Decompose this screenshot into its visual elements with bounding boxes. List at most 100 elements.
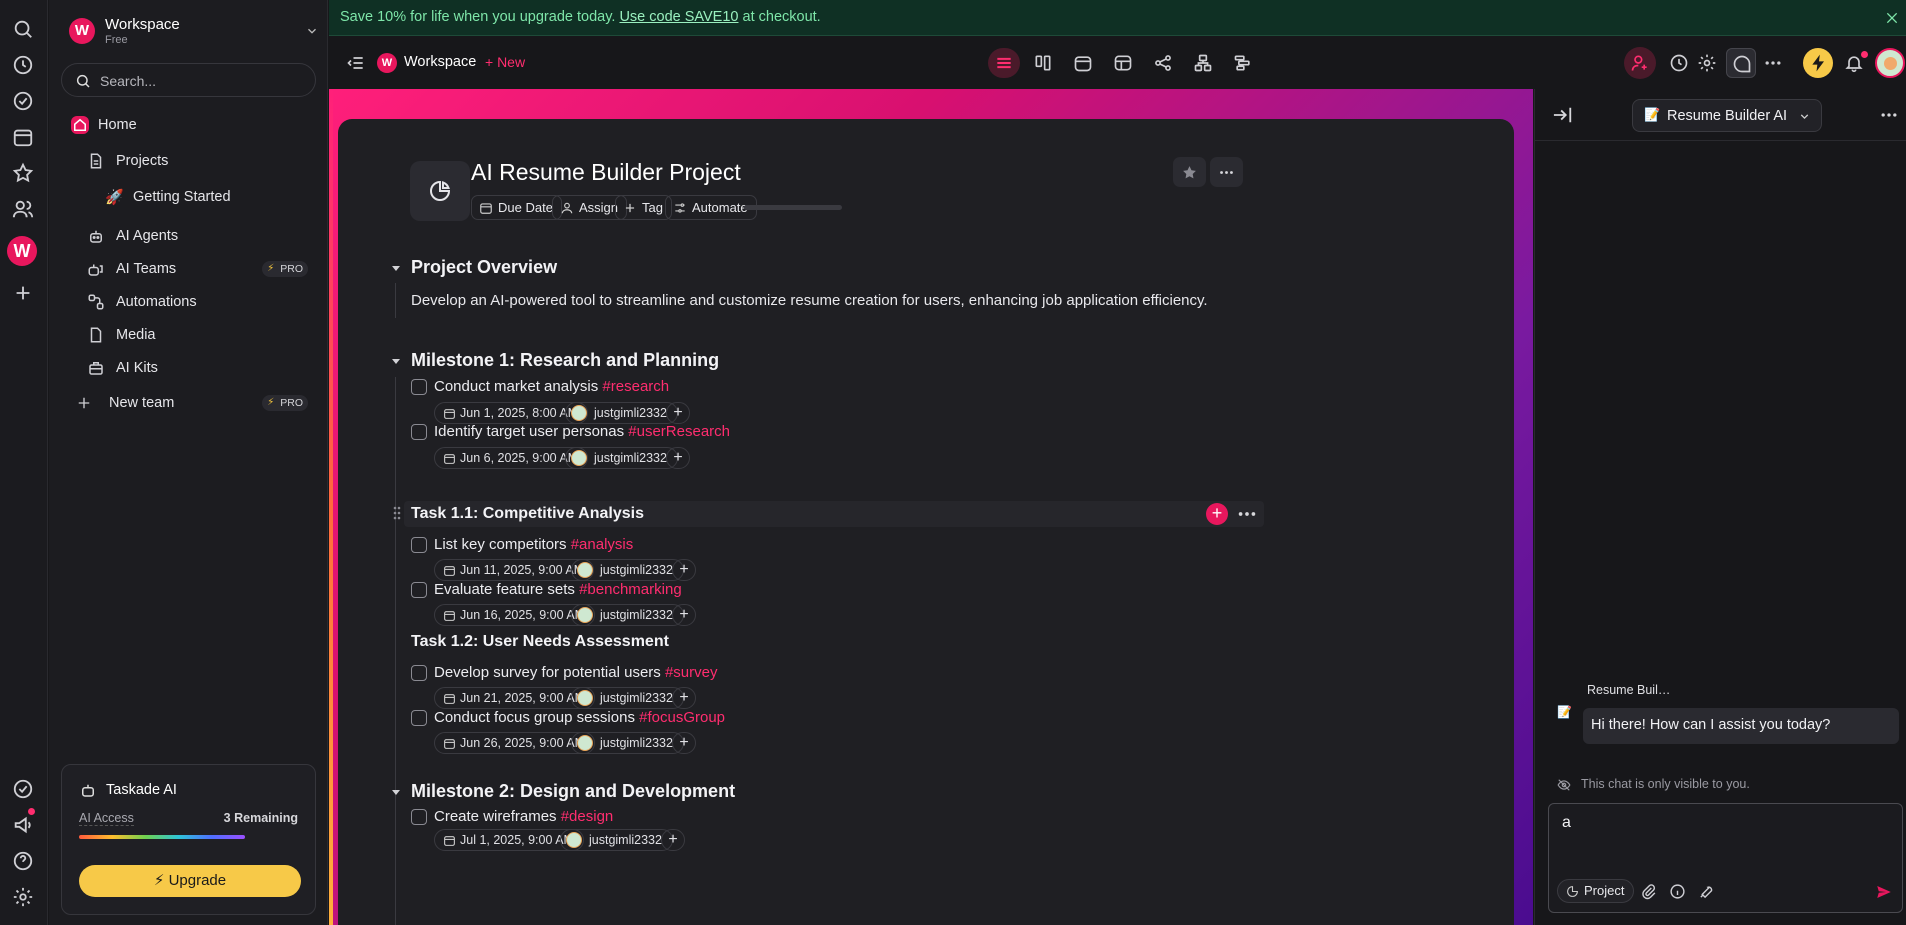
assignee-pill[interactable]: justgimli2332 bbox=[560, 829, 673, 851]
assignee-pill[interactable]: justgimli2332 bbox=[565, 447, 678, 469]
search-icon[interactable] bbox=[12, 18, 34, 40]
more-icon[interactable] bbox=[1763, 53, 1783, 73]
promo-code-link[interactable]: Use code SAVE10 bbox=[619, 9, 738, 25]
help-icon[interactable] bbox=[12, 850, 34, 872]
history-icon[interactable] bbox=[1669, 53, 1689, 73]
overview-text[interactable]: Develop an AI-powered tool to streamline… bbox=[411, 292, 1208, 309]
collapse-caret-icon[interactable] bbox=[391, 356, 401, 366]
add-item-button[interactable]: + bbox=[1206, 503, 1228, 525]
add-attribute-button[interactable]: + bbox=[661, 829, 685, 851]
assignee-pill[interactable]: justgimli2332 bbox=[565, 402, 678, 424]
task-group-heading[interactable]: Task 1.1: Competitive Analysis bbox=[411, 505, 644, 523]
task-text[interactable]: Conduct market analysis #research bbox=[434, 378, 669, 395]
more-icon[interactable] bbox=[1236, 503, 1258, 525]
history-icon[interactable] bbox=[12, 54, 34, 76]
star-icon[interactable] bbox=[12, 162, 34, 184]
mindmap-view-icon[interactable] bbox=[1153, 53, 1173, 73]
chat-input[interactable]: a Project bbox=[1548, 803, 1903, 913]
task-checkbox[interactable] bbox=[411, 665, 427, 681]
task-tag[interactable]: #focusGroup bbox=[639, 709, 725, 726]
task-text[interactable]: Evaluate feature sets #benchmarking bbox=[434, 581, 682, 598]
add-attribute-button[interactable]: + bbox=[666, 402, 690, 424]
task-text[interactable]: Develop survey for potential users #surv… bbox=[434, 664, 717, 681]
sidebar-item-media[interactable]: Media bbox=[61, 321, 316, 349]
search-input[interactable]: Search... bbox=[61, 63, 316, 97]
due-date-chip[interactable]: Due Date bbox=[471, 195, 562, 220]
assignee-pill[interactable]: justgimli2332 bbox=[571, 732, 684, 754]
breadcrumb-workspace[interactable]: Workspace bbox=[404, 54, 476, 70]
task-checkbox[interactable] bbox=[411, 379, 427, 395]
more-icon[interactable] bbox=[1879, 105, 1899, 125]
collapse-caret-icon[interactable] bbox=[391, 263, 401, 273]
info-icon[interactable] bbox=[1669, 883, 1686, 900]
section-heading[interactable]: Project Overview bbox=[411, 257, 557, 278]
close-icon[interactable] bbox=[1884, 10, 1900, 26]
task-tag[interactable]: #survey bbox=[665, 664, 718, 681]
settings-icon[interactable] bbox=[1697, 53, 1717, 73]
sidebar-item-ai-teams[interactable]: AI Teams PRO bbox=[61, 255, 316, 283]
list-view-icon[interactable] bbox=[994, 53, 1014, 73]
add-attribute-button[interactable]: + bbox=[672, 604, 696, 626]
task-tag[interactable]: #benchmarking bbox=[579, 581, 682, 598]
check-circle-icon[interactable] bbox=[12, 90, 34, 112]
task-checkbox[interactable] bbox=[411, 809, 427, 825]
project-context-chip[interactable]: Project bbox=[1557, 879, 1635, 903]
collapse-caret-icon[interactable] bbox=[391, 787, 401, 797]
assignee-pill[interactable]: justgimli2332 bbox=[571, 559, 684, 581]
add-attribute-button[interactable]: + bbox=[666, 447, 690, 469]
drag-handle-icon[interactable] bbox=[392, 505, 402, 521]
people-icon[interactable] bbox=[12, 198, 34, 220]
settings-icon[interactable] bbox=[12, 886, 34, 908]
workspace-logo[interactable]: W bbox=[377, 53, 397, 73]
chat-toggle-button[interactable] bbox=[1726, 48, 1756, 78]
agent-selector[interactable]: 📝 Resume Builder AI bbox=[1632, 99, 1822, 132]
milestone-heading[interactable]: Milestone 1: Research and Planning bbox=[411, 350, 719, 371]
task-checkbox[interactable] bbox=[411, 582, 427, 598]
sidebar-item-projects[interactable]: Projects bbox=[61, 147, 316, 175]
project-title[interactable]: AI Resume Builder Project bbox=[471, 159, 741, 186]
automate-chip[interactable]: Automate bbox=[665, 195, 757, 220]
sidebar-item-new-team[interactable]: New team PRO bbox=[61, 389, 316, 417]
task-tag[interactable]: #design bbox=[561, 808, 614, 825]
sidebar-item-ai-agents[interactable]: AI Agents bbox=[61, 222, 316, 250]
new-button[interactable]: + New bbox=[485, 54, 525, 70]
sidebar-item-ai-kits[interactable]: AI Kits bbox=[61, 354, 316, 382]
board-view-icon[interactable] bbox=[1033, 53, 1053, 73]
chat-input-value[interactable]: a bbox=[1562, 814, 1571, 832]
task-text[interactable]: List key competitors #analysis bbox=[434, 536, 633, 553]
add-attribute-button[interactable]: + bbox=[672, 687, 696, 709]
share-button[interactable] bbox=[1624, 47, 1656, 79]
feedback-icon[interactable] bbox=[12, 778, 34, 800]
attach-icon[interactable] bbox=[1640, 883, 1657, 900]
calendar-view-icon[interactable] bbox=[1073, 53, 1093, 73]
workspace-switch-button[interactable]: W bbox=[7, 236, 37, 266]
gantt-view-icon[interactable] bbox=[1233, 53, 1253, 73]
sidebar-item-home[interactable]: Home bbox=[61, 111, 316, 139]
task-text[interactable]: Identify target user personas #userResea… bbox=[434, 423, 730, 440]
add-attribute-button[interactable]: + bbox=[672, 732, 696, 754]
org-chart-view-icon[interactable] bbox=[1193, 53, 1213, 73]
task-tag[interactable]: #userResearch bbox=[628, 423, 730, 440]
task-text[interactable]: Create wireframes #design bbox=[434, 808, 613, 825]
favorite-button[interactable] bbox=[1173, 157, 1206, 187]
assignee-pill[interactable]: justgimli2332 bbox=[571, 604, 684, 626]
avatar[interactable] bbox=[1875, 48, 1905, 78]
announcements-icon[interactable] bbox=[12, 814, 34, 836]
sidebar-item-getting-started[interactable]: 🚀 Getting Started bbox=[61, 183, 316, 211]
task-text[interactable]: Conduct focus group sessions #focusGroup bbox=[434, 709, 725, 726]
milestone-heading[interactable]: Milestone 2: Design and Development bbox=[411, 781, 735, 802]
task-checkbox[interactable] bbox=[411, 710, 427, 726]
task-checkbox[interactable] bbox=[411, 537, 427, 553]
task-tag[interactable]: #research bbox=[602, 378, 669, 395]
workspace-switcher[interactable]: W Workspace Free bbox=[69, 16, 319, 46]
task-checkbox[interactable] bbox=[411, 424, 427, 440]
tag-chip[interactable]: Tag bbox=[615, 195, 672, 220]
upgrade-bolt-button[interactable] bbox=[1803, 48, 1833, 78]
task-group-heading[interactable]: Task 1.2: User Needs Assessment bbox=[411, 633, 669, 651]
collapse-panel-icon[interactable] bbox=[1552, 105, 1574, 125]
calendar-icon[interactable] bbox=[12, 126, 34, 148]
task-tag[interactable]: #analysis bbox=[571, 536, 634, 553]
tools-icon[interactable] bbox=[1698, 883, 1715, 900]
send-icon[interactable] bbox=[1875, 883, 1893, 901]
upgrade-button[interactable]: ⚡ Upgrade bbox=[79, 865, 301, 897]
